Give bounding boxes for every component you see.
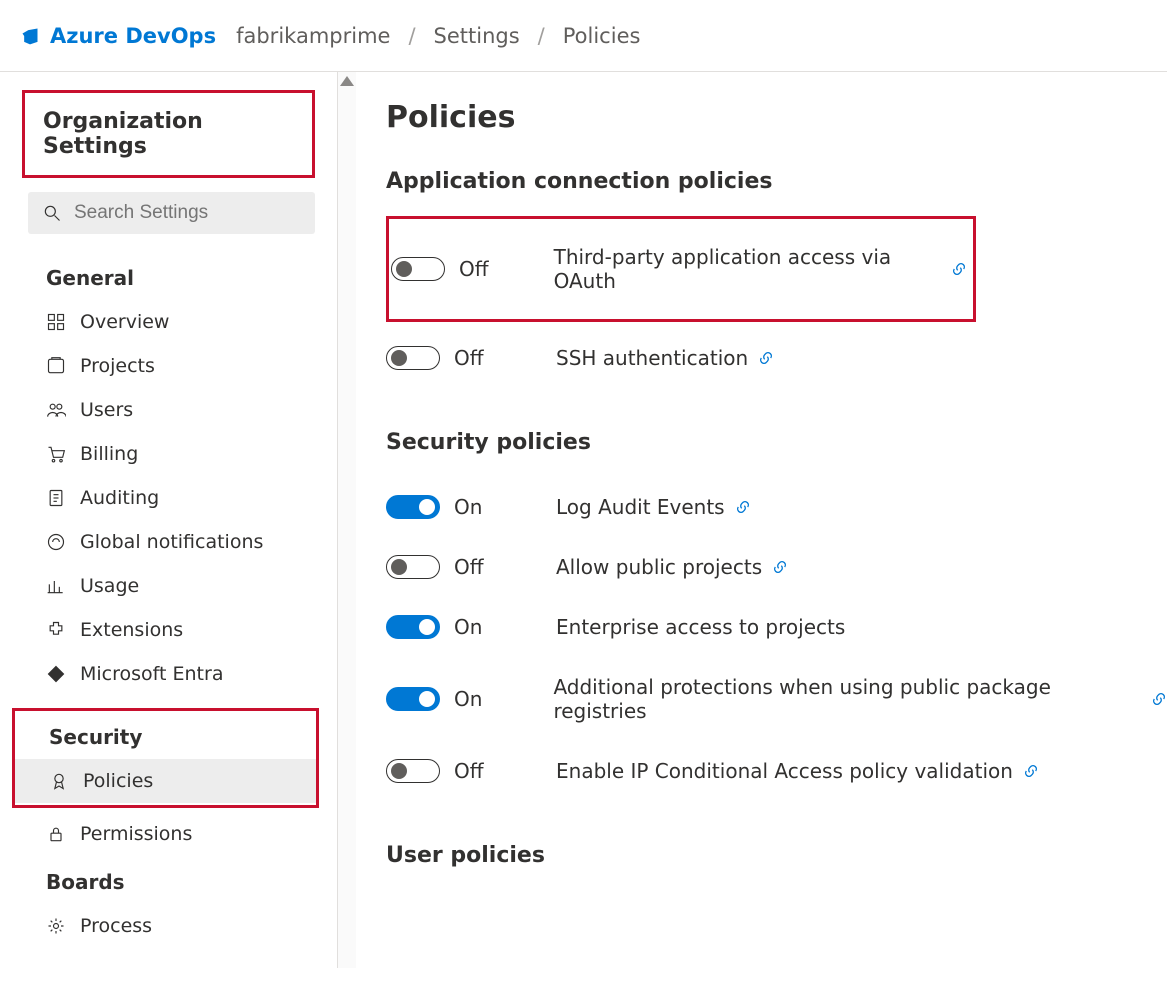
process-icon	[46, 916, 66, 936]
toggle-public-package-registries[interactable]	[386, 687, 440, 711]
toggle-log-audit-events[interactable]	[386, 495, 440, 519]
sidebar-item-label: Billing	[80, 443, 138, 465]
breadcrumb-current: Policies	[563, 24, 641, 48]
toggle-state: On	[454, 687, 482, 711]
sidebar-item-label: Process	[80, 915, 152, 937]
section-heading-security: Security policies	[386, 430, 1167, 455]
search-icon	[42, 203, 62, 223]
overview-icon	[46, 312, 66, 332]
toggle-ssh-auth[interactable]	[386, 346, 440, 370]
users-icon	[46, 400, 66, 420]
page-title: Policies	[386, 100, 1167, 135]
policy-label: Allow public projects	[556, 555, 762, 579]
sidebar-item-policies[interactable]: Policies	[15, 759, 316, 803]
policy-label: Log Audit Events	[556, 495, 725, 519]
breadcrumb-org[interactable]: fabrikamprime	[236, 24, 390, 48]
sidebar-item-projects[interactable]: Projects	[0, 344, 337, 388]
toggle-ip-conditional-access[interactable]	[386, 759, 440, 783]
sidebar-item-overview[interactable]: Overview	[0, 300, 337, 344]
toggle-third-party-oauth[interactable]	[391, 257, 445, 281]
toggle-state: Off	[459, 257, 489, 281]
toggle-state: On	[454, 495, 482, 519]
link-icon[interactable]	[772, 559, 788, 575]
sidebar-item-label: Auditing	[80, 487, 159, 509]
sidebar-item-label: Global notifications	[80, 531, 263, 553]
section-heading-user: User policies	[386, 843, 1167, 868]
usage-icon	[46, 576, 66, 596]
sidebar-item-label: Users	[80, 399, 133, 421]
sidebar-item-auditing[interactable]: Auditing	[0, 476, 337, 520]
sidebar-section-security: Security	[15, 711, 316, 759]
entra-icon	[46, 664, 66, 684]
toggle-state: Off	[454, 346, 484, 370]
sidebar-item-label: Policies	[83, 770, 153, 792]
link-icon[interactable]	[1151, 691, 1167, 707]
toggle-allow-public-projects[interactable]	[386, 555, 440, 579]
topbar: Azure DevOps fabrikamprime / Settings / …	[0, 0, 1167, 72]
sidebar-item-label: Overview	[80, 311, 169, 333]
extensions-icon	[46, 620, 66, 640]
sidebar-item-label: Projects	[80, 355, 155, 377]
sidebar-item-microsoft-entra[interactable]: Microsoft Entra	[0, 652, 337, 696]
scroll-up-arrow-icon	[340, 76, 354, 86]
search-input[interactable]	[74, 202, 301, 224]
policy-label: Additional protections when using public…	[553, 675, 1141, 723]
sidebar: Organization Settings General Overview P…	[0, 72, 338, 968]
brand[interactable]: Azure DevOps	[20, 24, 216, 48]
toggle-state: On	[454, 615, 482, 639]
toggle-state: Off	[454, 759, 484, 783]
policy-label: Enable IP Conditional Access policy vali…	[556, 759, 1013, 783]
azure-devops-logo-icon	[20, 26, 40, 46]
toggle-state: Off	[454, 555, 484, 579]
sidebar-item-process[interactable]: Process	[0, 904, 337, 948]
policy-label: Third-party application access via OAuth	[554, 245, 941, 293]
sidebar-item-label: Extensions	[80, 619, 183, 641]
search-settings-box[interactable]	[28, 192, 315, 234]
sidebar-section-boards: Boards	[0, 856, 337, 904]
link-icon[interactable]	[1023, 763, 1039, 779]
link-icon[interactable]	[735, 499, 751, 515]
breadcrumb-separator: /	[408, 24, 415, 48]
sidebar-item-permissions[interactable]: Permissions	[0, 812, 337, 856]
sidebar-item-extensions[interactable]: Extensions	[0, 608, 337, 652]
main-content: Policies Application connection policies…	[356, 72, 1167, 968]
auditing-icon	[46, 488, 66, 508]
link-icon[interactable]	[758, 350, 774, 366]
toggle-enterprise-access[interactable]	[386, 615, 440, 639]
breadcrumb-separator: /	[538, 24, 545, 48]
policy-label: SSH authentication	[556, 346, 748, 370]
breadcrumb-settings[interactable]: Settings	[434, 24, 520, 48]
sidebar-item-users[interactable]: Users	[0, 388, 337, 432]
policy-highlight-oauth: Off Third-party application access via O…	[386, 216, 976, 322]
policies-icon	[49, 771, 69, 791]
projects-icon	[46, 356, 66, 376]
sidebar-scrollbar[interactable]	[338, 72, 356, 968]
sidebar-security-highlight: Security Policies	[12, 708, 319, 808]
billing-icon	[46, 444, 66, 464]
sidebar-item-usage[interactable]: Usage	[0, 564, 337, 608]
permissions-icon	[46, 824, 66, 844]
breadcrumb: fabrikamprime / Settings / Policies	[236, 24, 640, 48]
sidebar-section-general: General	[0, 252, 337, 300]
sidebar-title: Organization Settings	[43, 109, 262, 159]
sidebar-item-label: Microsoft Entra	[80, 663, 223, 685]
sidebar-item-label: Usage	[80, 575, 139, 597]
sidebar-item-global-notifications[interactable]: Global notifications	[0, 520, 337, 564]
sidebar-item-label: Permissions	[80, 823, 192, 845]
link-icon[interactable]	[951, 261, 967, 277]
section-heading-app-connection: Application connection policies	[386, 169, 1167, 194]
brand-name[interactable]: Azure DevOps	[50, 24, 216, 48]
policy-label: Enterprise access to projects	[556, 615, 845, 639]
sidebar-item-billing[interactable]: Billing	[0, 432, 337, 476]
notifications-icon	[46, 532, 66, 552]
sidebar-title-highlight: Organization Settings	[22, 90, 315, 178]
